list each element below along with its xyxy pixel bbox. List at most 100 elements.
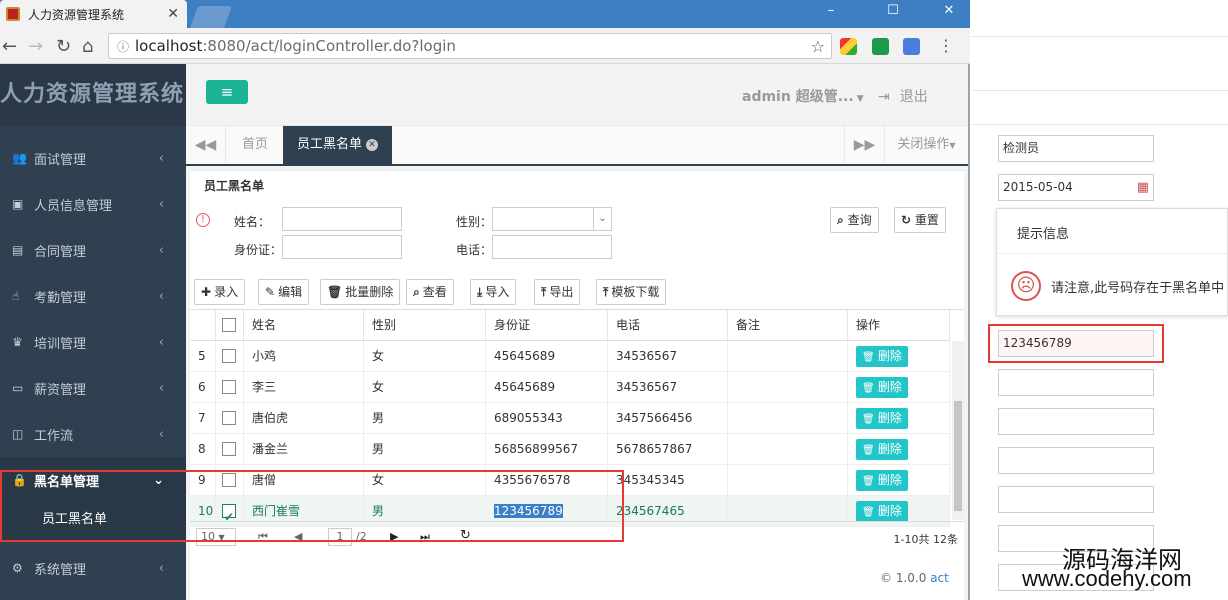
import-button[interactable]: ⤓ 导入	[470, 279, 517, 305]
row-select	[216, 434, 244, 465]
calendar-icon[interactable]: ▦	[1137, 175, 1149, 200]
delete-label: 删除	[877, 380, 902, 394]
batch-delete-button[interactable]: 🗑 批量删除	[320, 279, 401, 305]
cell-phone: 34536567	[608, 341, 728, 372]
logout-button[interactable]: ⇥ 退出	[878, 86, 928, 106]
gender-label: 性别：	[456, 215, 493, 229]
tab-home[interactable]: 首页	[228, 126, 282, 164]
row-checkbox[interactable]	[222, 442, 236, 456]
table-row[interactable]: 6 李三 女 45645689 34536567 🗑 删除	[190, 372, 950, 403]
empty-field[interactable]	[998, 408, 1154, 435]
row-select	[216, 341, 244, 372]
table-scrollbar[interactable]	[952, 341, 964, 520]
reload-icon[interactable]: ↻	[56, 36, 71, 57]
new-tab-button[interactable]	[189, 6, 233, 28]
delete-button[interactable]: 🗑 删除	[856, 408, 908, 429]
tab-employee-blacklist[interactable]: 员工黑名单 ✕	[283, 126, 393, 164]
cell-gender-text: 男	[372, 411, 385, 425]
add-button[interactable]: ✚ 录入	[194, 279, 246, 305]
chevron-left-icon: ‹	[158, 560, 164, 576]
query-button[interactable]: ⌕ 查询	[830, 207, 879, 233]
row-number: 7	[190, 403, 216, 434]
user-dropdown[interactable]: admin 超级管... ▼	[742, 86, 864, 106]
extension-shield-icon[interactable]	[872, 38, 889, 55]
sidebar-item-workflow[interactable]: ◫ 工作流 ‹	[0, 411, 186, 457]
trash-icon: 🗑	[862, 352, 878, 363]
scrollbar-thumb[interactable]	[954, 401, 962, 511]
column-header-gender[interactable]: 性别	[364, 310, 486, 341]
phone-label: 电话：	[456, 243, 493, 257]
select-all-checkbox[interactable]	[222, 318, 236, 332]
minimize-icon[interactable]: –	[816, 0, 846, 22]
menu-kebab-icon[interactable]: ⋮	[938, 36, 954, 55]
delete-button[interactable]: 🗑 删除	[856, 439, 908, 460]
url-input[interactable]: ⓘ localhost:8080/act/loginController.do?…	[108, 33, 832, 59]
close-window-icon[interactable]: ✕	[934, 0, 964, 22]
column-header-phone[interactable]: 电话	[608, 310, 728, 341]
extension-color-icon[interactable]	[840, 38, 857, 55]
maximize-icon[interactable]: ☐	[878, 0, 908, 22]
sidebar-item-attendance[interactable]: ☝ 考勤管理 ‹	[0, 273, 186, 319]
row-checkbox[interactable]	[222, 349, 236, 363]
empty-field[interactable]	[998, 447, 1154, 474]
watermark-url: www.codehy.com	[1022, 566, 1192, 591]
column-header-id-card[interactable]: 身份证	[486, 310, 608, 341]
empty-field[interactable]	[998, 369, 1154, 396]
gender-select[interactable]: ⌄	[492, 207, 612, 231]
name-input[interactable]	[282, 207, 402, 231]
view-button[interactable]: ⌕ 查看	[406, 279, 454, 305]
cell-phone-text: 3457566456	[616, 411, 693, 425]
cell-name-text: 小鸡	[252, 349, 277, 363]
id-card-input[interactable]	[282, 235, 402, 259]
close-tab-icon[interactable]: ✕	[366, 138, 379, 151]
sidebar-item-personnel[interactable]: ▣ 人员信息管理 ‹	[0, 181, 186, 227]
sidebar-item-salary[interactable]: ▭ 薪资管理 ‹	[0, 365, 186, 411]
sidebar-item-label: 考勤管理	[34, 290, 87, 306]
template-download-button[interactable]: ⤒ 模板下载	[596, 279, 667, 305]
home-icon[interactable]: ⌂	[82, 36, 93, 57]
browser-tab[interactable]: 人力资源管理系统 ✕	[0, 0, 187, 28]
reset-label: 重置	[914, 213, 939, 227]
edit-button[interactable]: ✎ 编辑	[258, 279, 310, 305]
row-checkbox[interactable]	[222, 380, 236, 394]
table-row[interactable]: 5 小鸡 女 45645689 34536567 🗑 删除	[190, 341, 950, 372]
sidebar-item-interview[interactable]: 👥 面试管理 ‹	[0, 135, 186, 181]
cell-remark	[728, 434, 848, 465]
caret-down-icon: ▼	[949, 141, 956, 150]
close-operations-dropdown[interactable]: 关闭操作▼	[884, 126, 968, 164]
delete-button[interactable]: 🗑 删除	[856, 377, 908, 398]
sidebar-item-system[interactable]: ⚙ 系统管理 ‹	[0, 545, 186, 591]
cell-id-card-text: 56856899567	[494, 442, 578, 456]
sidebar-item-training[interactable]: ♛ 培训管理 ‹	[0, 319, 186, 365]
inspector-field[interactable]: 检测员	[998, 135, 1154, 162]
row-select	[216, 403, 244, 434]
version-link[interactable]: act	[930, 571, 949, 585]
table-row[interactable]: 8 潘金兰 男 56856899567 5678657867 🗑 删除	[190, 434, 950, 465]
browser-tab-title: 人力资源管理系统	[28, 7, 125, 22]
date-field[interactable]: 2015-05-04 ▦	[998, 174, 1154, 201]
column-header-name[interactable]: 姓名	[244, 310, 364, 341]
tabs-scroll-right-icon[interactable]: ▶▶	[844, 126, 884, 164]
cell-name-text: 潘金兰	[252, 442, 289, 456]
cell-phone-text: 34536567	[616, 380, 678, 394]
phone-input[interactable]	[492, 235, 612, 259]
delete-button[interactable]: 🗑 删除	[856, 470, 908, 491]
table-row[interactable]: 7 唐伯虎 男 689055343 3457566456 🗑 删除	[190, 403, 950, 434]
delete-button[interactable]: 🗑 删除	[856, 501, 908, 522]
delete-button[interactable]: 🗑 删除	[856, 346, 908, 367]
batch-delete-label: 批量删除	[345, 285, 394, 299]
back-icon[interactable]: ←	[2, 36, 17, 57]
sidebar-item-contract[interactable]: ▤ 合同管理 ‹	[0, 227, 186, 273]
column-header-remark[interactable]: 备注	[728, 310, 848, 341]
sidebar-toggle-button[interactable]: ≡	[206, 80, 248, 104]
add-label: 录入	[214, 285, 239, 299]
forward-icon[interactable]: →	[28, 36, 43, 57]
empty-field[interactable]	[998, 486, 1154, 513]
translate-icon[interactable]	[903, 38, 920, 55]
row-checkbox[interactable]	[222, 411, 236, 425]
close-tab-icon[interactable]: ✕	[167, 6, 179, 22]
bookmark-star-icon[interactable]: ☆	[811, 37, 825, 56]
tabs-scroll-left-icon[interactable]: ◀◀	[186, 126, 226, 164]
export-button[interactable]: ⤒ 导出	[534, 279, 581, 305]
reset-button[interactable]: ↻ 重置	[894, 207, 946, 233]
